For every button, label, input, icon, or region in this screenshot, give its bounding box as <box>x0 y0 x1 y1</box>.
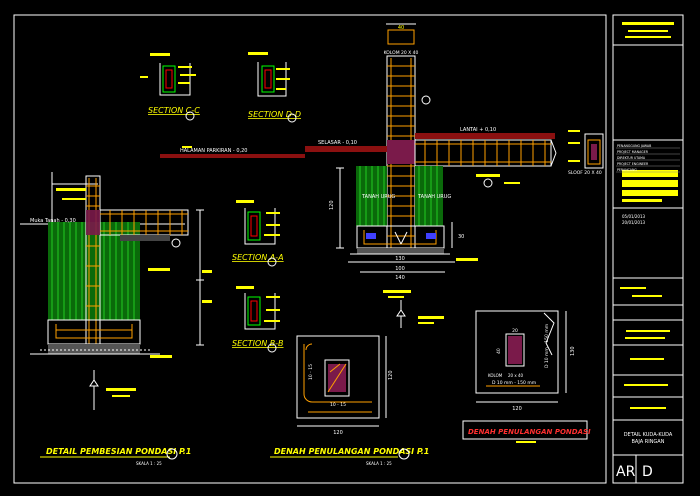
dim-100: 100 <box>395 266 405 272</box>
plan2-dim-right: 130 <box>570 346 576 356</box>
plan1-rebar: 10 - 15 <box>308 364 314 380</box>
plan2-dim-top: 20 <box>512 328 518 334</box>
section-cc-title: SECTION C-C <box>148 106 200 115</box>
plan2-dim-side: 40 <box>496 348 502 354</box>
section-dd-detail <box>248 52 290 97</box>
tanah-urug-right: TANAH URUG <box>417 194 451 200</box>
plan2-kolom: KOLOM <box>488 373 503 378</box>
plan1-dim-bottom: 120 <box>333 430 343 436</box>
sloof-label: SLOOF 20 X 40 <box>568 170 602 176</box>
dim-120: 120 <box>329 200 335 210</box>
title-block-row-label: PERANCANG <box>617 168 637 172</box>
detail-label-2: BAJA RINGAN <box>632 439 665 445</box>
detail-scale-left: SKALA 1 : 25 <box>136 461 162 466</box>
title-block <box>613 22 683 483</box>
column-label: KOLOM 20 X 40 <box>384 50 419 56</box>
sheet-code-d: D <box>642 464 653 480</box>
section-aa-detail <box>236 200 280 245</box>
plan1-title: DENAH PENULANGAN PONDASI P.1 <box>274 447 429 456</box>
plan2-rebar-h: D 10 mm - 150 mm <box>492 380 536 386</box>
plan1-scale: SKALA 1 : 25 <box>366 461 392 466</box>
left-foundation-detail <box>20 172 212 410</box>
lantai-label: LANTAI + 0,10 <box>460 127 496 133</box>
title-block-row-label: DIREKTUR UTAMA <box>617 156 646 160</box>
title-block-row-label: PROJECT MANAGER <box>617 150 649 154</box>
halaman-label: HALAMAN PARKIRAN - 0,20 <box>180 148 247 154</box>
plan1-dim-right: 120 <box>388 370 394 380</box>
dim-130: 130 <box>395 256 405 262</box>
dim-140: 140 <box>395 275 405 281</box>
title-block-row-label: PENANGGUNG JAWAB <box>617 144 651 148</box>
date-1: 05/01/2013 <box>622 214 646 219</box>
tanah-urug-left: TANAH URUG <box>361 194 395 200</box>
plan1-rebar-2: 10 - 15 <box>330 402 346 408</box>
plan2-title: DENAH PENULANGAN PONDASI <box>468 428 591 436</box>
title-block-rows: PENANGGUNG JAWAB PROJECT MANAGER DIREKTUR … <box>616 144 680 173</box>
sheet-code-ar: AR <box>616 464 636 480</box>
detail-label-1: DETAIL KUDA-KUDA <box>624 432 673 438</box>
section-bb-detail <box>236 286 280 330</box>
dim-30: 30 <box>458 234 464 240</box>
foundation-plan-2 <box>475 310 567 403</box>
foundation-plan-p1 <box>296 335 387 427</box>
plan2-dim-bottom: 120 <box>512 406 522 412</box>
selasar-label: SELASAR - 0,10 <box>318 140 357 146</box>
muka-tanah-label: Muka Tanah - 0,30 <box>30 218 76 224</box>
column-elevation <box>160 23 604 328</box>
date-2: 20/01/2013 <box>622 220 646 225</box>
column-top-dim: 40 <box>398 25 404 31</box>
plan2-rebar-v: D 10 mm - 150 mm <box>544 324 550 368</box>
detail-title-left: DETAIL PEMBESIAN PONDASI P.1 <box>46 447 191 456</box>
plan2-kolom-size: 20 x 40 <box>508 373 524 378</box>
title-block-border <box>612 14 684 484</box>
cad-drawing-canvas: PENANGGUNG JAWAB PROJECT MANAGER DIREKTUR … <box>13 14 684 484</box>
section-cc-detail <box>140 53 196 96</box>
title-block-row-label: PROJECT ENGINEER <box>617 162 649 166</box>
